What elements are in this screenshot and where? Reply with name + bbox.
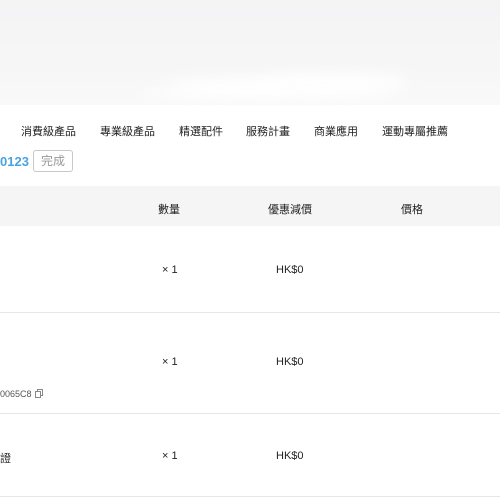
- copy-icon[interactable]: [35, 389, 43, 398]
- main-nav: 消費級產品 專業級產品 精選配件 服務計畫 商業應用 運動專屬推薦: [0, 105, 500, 149]
- item-quantity: × 1: [162, 356, 178, 368]
- hero-banner: [0, 0, 500, 105]
- item-discount: HK$0: [276, 264, 304, 276]
- item-serial-number: 0065C8: [0, 389, 32, 399]
- table-row: × 1 HK$0: [0, 226, 500, 313]
- nav-item-consumer[interactable]: 消費級產品: [21, 123, 76, 139]
- column-header-quantity: 數量: [158, 204, 180, 216]
- status-badge: 完成: [33, 150, 73, 172]
- table-row: 證 × 1 HK$0: [0, 414, 500, 496]
- item-discount: HK$0: [276, 450, 304, 462]
- column-header-price: 價格: [401, 204, 423, 216]
- column-header-discount: 優惠減價: [268, 204, 312, 216]
- divider: [0, 496, 500, 497]
- nav-item-enterprise[interactable]: 商業應用: [314, 123, 358, 139]
- nav-item-service-plans[interactable]: 服務計畫: [246, 123, 290, 139]
- table-row: × 1 HK$0 0065C8: [0, 313, 500, 414]
- item-name: 證: [0, 453, 11, 465]
- item-quantity: × 1: [162, 450, 178, 462]
- nav-item-accessories[interactable]: 精選配件: [179, 123, 223, 139]
- item-quantity: × 1: [162, 264, 178, 276]
- item-discount: HK$0: [276, 356, 304, 368]
- nav-item-professional[interactable]: 專業級產品: [100, 123, 155, 139]
- order-id[interactable]: 0123: [0, 154, 29, 169]
- table-header: 數量 優惠減價 價格: [0, 186, 500, 226]
- order-header: 0123 完成: [0, 150, 500, 176]
- nav-item-sports[interactable]: 運動專屬推薦: [382, 123, 448, 139]
- cloud-decoration: [140, 86, 400, 100]
